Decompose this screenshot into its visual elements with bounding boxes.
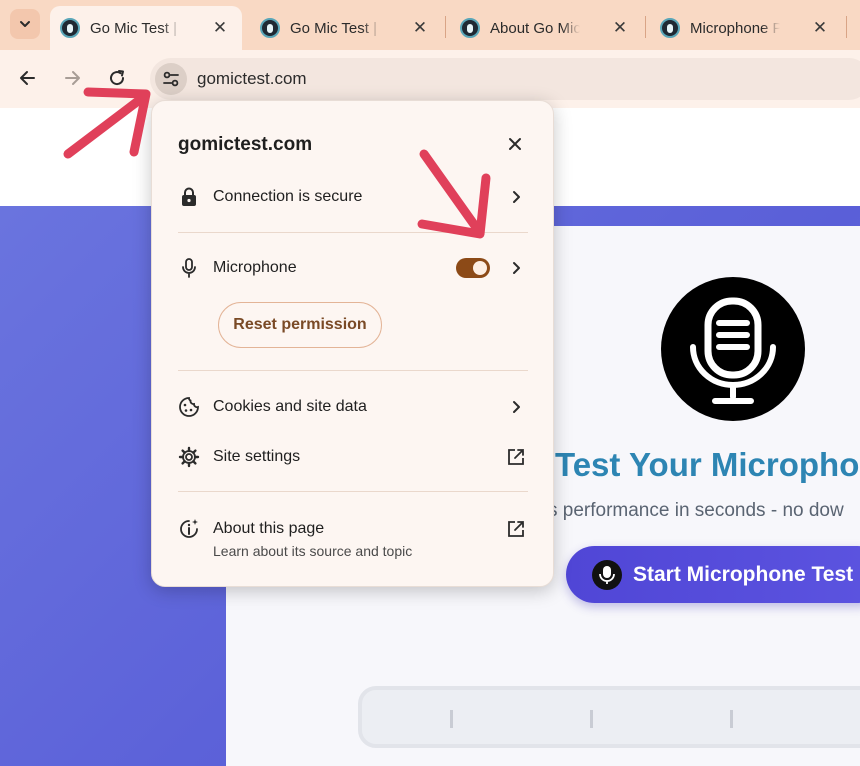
tab-separator	[645, 16, 646, 38]
cookies-site-data-row[interactable]: Cookies and site data	[152, 387, 553, 427]
tab-close-icon[interactable]: ✕	[410, 18, 430, 38]
tab-about-gomictest[interactable]: About Go Mic Test ✕	[450, 6, 642, 50]
tab-separator	[846, 16, 847, 38]
microphone-logo-icon	[661, 277, 805, 421]
site-settings-row[interactable]: Site settings	[152, 437, 553, 477]
tab-title: Microphone Perm	[690, 19, 780, 37]
microphone-icon	[178, 257, 200, 279]
tab-title: About Go Mic Test	[490, 19, 580, 37]
gomictest-favicon-icon	[60, 18, 80, 38]
tab-strip: Go Mic Test | Free ✕ Go Mic Test | Free …	[0, 0, 860, 50]
chevron-right-icon	[506, 187, 526, 207]
hero-subtitle: s performance in seconds - no dow	[548, 500, 844, 521]
tab-close-icon[interactable]: ✕	[610, 18, 630, 38]
lock-icon	[178, 186, 200, 208]
chevron-down-icon	[20, 21, 30, 27]
gomictest-favicon-icon	[460, 18, 480, 38]
annotation-arrow-icon	[417, 149, 491, 239]
meter-tick	[450, 710, 453, 728]
divider	[178, 491, 528, 492]
meter-tick	[730, 710, 733, 728]
chevron-right-icon	[506, 397, 526, 417]
about-subtitle: Learn about its source and topic	[213, 543, 413, 559]
tab-separator	[445, 16, 446, 38]
tab-gomictest-1[interactable]: Go Mic Test | Free ✕	[50, 6, 242, 50]
tab-title: Go Mic Test | Free	[290, 19, 380, 37]
meter-tick	[590, 710, 593, 728]
about-label: About this page	[213, 520, 325, 537]
gomictest-favicon-icon	[260, 18, 280, 38]
site-info-button[interactable]	[155, 63, 187, 95]
microphone-icon	[592, 559, 622, 590]
popup-close-button[interactable]	[504, 133, 526, 155]
back-button[interactable]	[10, 60, 46, 96]
close-icon	[509, 138, 521, 150]
annotation-arrow-icon	[63, 87, 151, 159]
cookies-label: Cookies and site data	[213, 398, 367, 415]
divider	[178, 370, 528, 371]
open-external-icon	[506, 519, 526, 539]
tab-gomictest-2[interactable]: Go Mic Test | Free ✕	[250, 6, 442, 50]
chevron-right-icon[interactable]	[506, 258, 526, 278]
start-button-label: Start Microphone Test	[633, 562, 854, 586]
microphone-permission-row[interactable]: Microphone	[152, 248, 553, 288]
tab-search-button[interactable]	[10, 9, 40, 39]
address-bar[interactable]: gomictest.com	[150, 58, 860, 100]
popup-domain: gomictest.com	[178, 134, 313, 155]
start-microphone-test-button[interactable]: Start Microphone Test	[566, 546, 860, 603]
site-settings-label: Site settings	[213, 448, 301, 465]
tab-microphone-permission[interactable]: Microphone Perm ✕	[650, 6, 842, 50]
gear-icon	[178, 446, 200, 468]
arrow-left-icon	[20, 71, 35, 85]
gomictest-favicon-icon	[660, 18, 680, 38]
tab-title: Go Mic Test | Free	[90, 19, 180, 37]
audio-level-meter	[358, 686, 860, 748]
microphone-toggle[interactable]	[456, 258, 490, 278]
hero-title: Test Your Micropho	[555, 446, 860, 483]
reset-permission-button[interactable]: Reset permission	[218, 302, 382, 348]
tab-close-icon[interactable]: ✕	[810, 18, 830, 38]
microphone-label: Microphone	[213, 259, 297, 276]
info-sparkle-icon	[178, 518, 200, 540]
connection-label: Connection is secure	[213, 188, 363, 205]
open-external-icon	[506, 447, 526, 467]
toggle-knob	[473, 261, 487, 275]
url-text[interactable]: gomictest.com	[197, 69, 307, 89]
tab-close-icon[interactable]: ✕	[210, 18, 230, 38]
tune-icon	[163, 71, 179, 87]
cookie-icon	[178, 396, 200, 418]
